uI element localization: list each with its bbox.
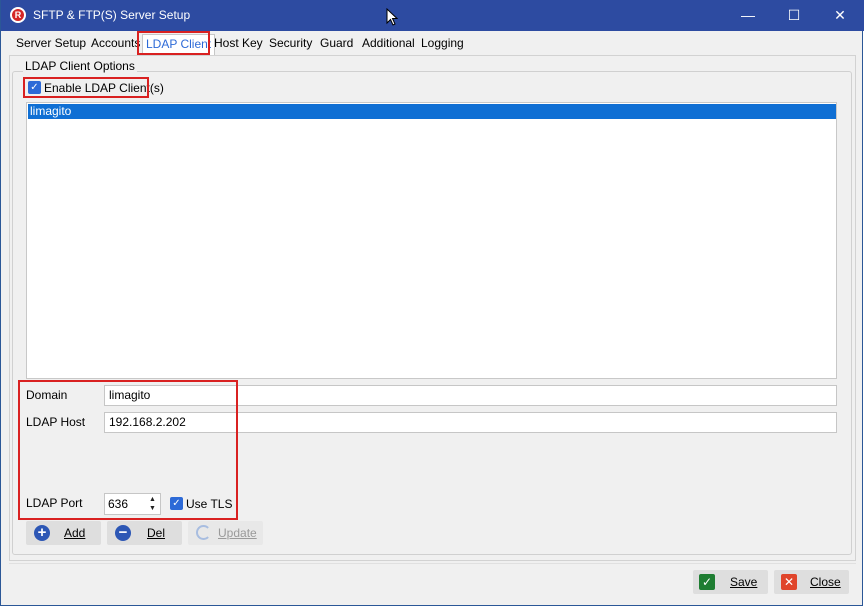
domain-field[interactable]: limagito [104,385,837,406]
close-button[interactable]: ✕ Close [774,570,849,594]
title-bar: R SFTP & FTP(S) Server Setup — ☐ ✕ [1,0,864,31]
ldap-host-label: LDAP Host [26,415,86,429]
checkmark-icon: ✓ [699,574,715,590]
enable-ldap-label[interactable]: Enable LDAP Client(s) [44,81,164,95]
setup-window: R SFTP & FTP(S) Server Setup — ☐ ✕ Serve… [0,0,864,606]
ldap-port-value: 636 [108,497,129,511]
bottom-separator [9,563,856,564]
ldap-host-field[interactable]: 192.168.2.202 [104,412,837,433]
tab-security[interactable]: Security [266,34,315,55]
list-item[interactable]: limagito [28,104,836,119]
minus-icon: − [115,525,131,541]
tab-guard[interactable]: Guard [317,34,356,55]
tab-accounts[interactable]: Accounts [88,34,143,55]
enable-ldap-checkbox[interactable]: ✓ [28,81,41,94]
stepper-arrows-icon[interactable]: ▲ ▼ [147,495,158,513]
update-button[interactable]: Update [188,521,263,545]
app-logo-icon: R [10,7,26,23]
group-title: LDAP Client Options [23,59,137,73]
use-tls-checkbox[interactable]: ✓ [170,497,183,510]
tab-ldap-client[interactable]: LDAP Client [142,34,216,56]
add-button[interactable]: + Add [26,521,101,545]
ldap-client-list[interactable]: limagito [26,102,837,379]
use-tls-label[interactable]: Use TLS [186,497,232,511]
tab-host-key[interactable]: Host Key [211,34,266,55]
save-button[interactable]: ✓ Save [693,570,768,594]
window-title: SFTP & FTP(S) Server Setup [33,8,191,22]
maximize-button[interactable]: ☐ [771,0,817,31]
tab-server-setup[interactable]: Server Setup [13,34,89,55]
mouse-cursor-icon [386,8,398,26]
tab-additional[interactable]: Additional [359,34,418,55]
minimize-button[interactable]: — [725,0,771,31]
refresh-icon [196,525,211,540]
ldap-port-stepper[interactable]: 636 ▲ ▼ [104,493,161,515]
tab-logging[interactable]: Logging [418,34,467,55]
close-x-icon: ✕ [781,574,797,590]
del-button[interactable]: − Del [107,521,182,545]
domain-label: Domain [26,388,68,402]
ldap-port-label: LDAP Port [26,496,83,510]
plus-icon: + [34,525,50,541]
close-window-button[interactable]: ✕ [817,0,863,31]
